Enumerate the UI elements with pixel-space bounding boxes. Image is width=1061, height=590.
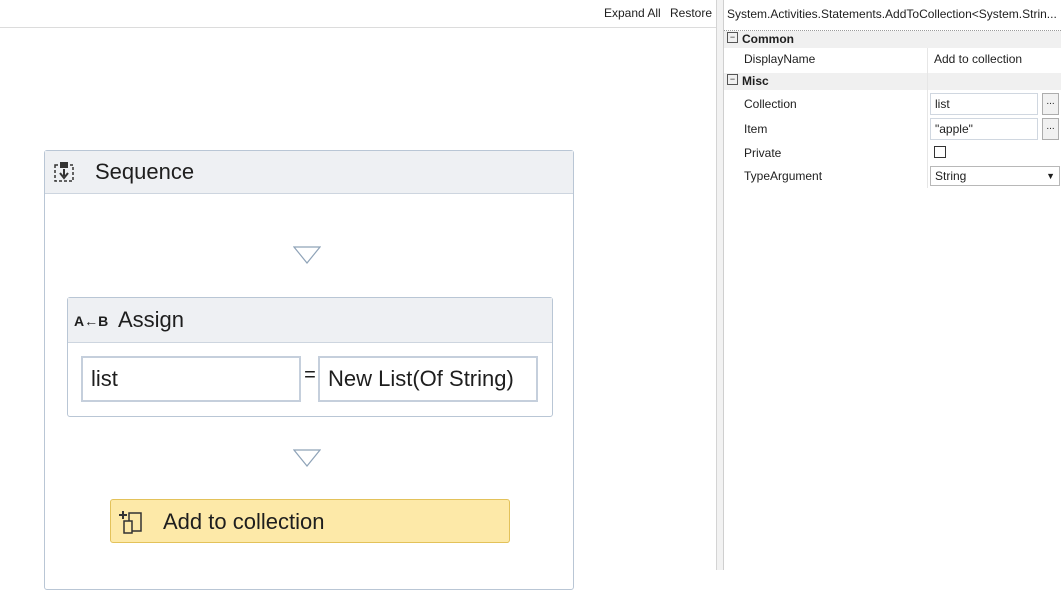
sequence-activity[interactable]: Sequence A←B Assign list = New List(Of S… xyxy=(44,150,574,590)
property-name: TypeArgument xyxy=(744,169,823,183)
displayname-value[interactable]: Add to collection xyxy=(934,52,1022,66)
assign-activity[interactable]: A←B Assign list = New List(Of String) xyxy=(67,297,553,417)
chevron-down-icon: ▼ xyxy=(1046,171,1055,181)
property-name: Collection xyxy=(744,97,797,111)
assign-icon: A←B xyxy=(74,313,109,329)
panel-splitter[interactable] xyxy=(716,0,724,570)
add-to-collection-activity[interactable]: Add to collection xyxy=(110,499,510,543)
designer-toolbar: Expand All Restore xyxy=(0,0,716,28)
typeargument-selected-value: String xyxy=(935,169,967,183)
add-to-collection-icon xyxy=(119,511,142,534)
assign-title: Assign xyxy=(118,307,185,332)
expand-all-link[interactable]: Expand All xyxy=(604,6,661,20)
sequence-icon xyxy=(54,162,74,182)
sequence-title: Sequence xyxy=(95,159,195,184)
drop-target-arrow[interactable] xyxy=(293,449,321,467)
category-common[interactable]: − Common xyxy=(724,31,1061,48)
typeargument-select[interactable]: String ▼ xyxy=(930,166,1060,186)
column-divider xyxy=(927,48,928,188)
assign-value-field[interactable]: New List(Of String) xyxy=(318,356,538,402)
category-label: Common xyxy=(742,32,794,46)
add-to-collection-title: Add to collection xyxy=(163,509,325,534)
properties-title: System.Activities.Statements.AddToCollec… xyxy=(724,0,1061,31)
item-input[interactable]: "apple" xyxy=(930,118,1038,140)
sequence-header[interactable]: Sequence xyxy=(45,151,573,194)
properties-panel: System.Activities.Statements.AddToCollec… xyxy=(724,0,1061,570)
assign-header[interactable]: A←B Assign xyxy=(68,298,552,343)
collapse-icon[interactable]: − xyxy=(727,32,738,43)
collection-input[interactable]: list xyxy=(930,93,1038,115)
category-misc[interactable]: − Misc xyxy=(724,73,1061,90)
workflow-designer: Expand All Restore Sequence A←B Assign l… xyxy=(0,0,716,590)
private-checkbox[interactable] xyxy=(934,146,946,158)
collection-ellipsis-button[interactable]: ... xyxy=(1042,93,1059,115)
collapse-icon[interactable]: − xyxy=(727,74,738,85)
restore-link[interactable]: Restore xyxy=(670,6,712,20)
drop-target-arrow[interactable] xyxy=(293,246,321,264)
property-name: Item xyxy=(744,122,768,136)
item-ellipsis-button[interactable]: ... xyxy=(1042,118,1059,140)
property-name: Private xyxy=(744,146,782,160)
property-name: DisplayName xyxy=(744,52,816,66)
assign-to-field[interactable]: list xyxy=(81,356,301,402)
category-label: Misc xyxy=(742,74,769,88)
assign-equals-sign: = xyxy=(304,364,316,386)
